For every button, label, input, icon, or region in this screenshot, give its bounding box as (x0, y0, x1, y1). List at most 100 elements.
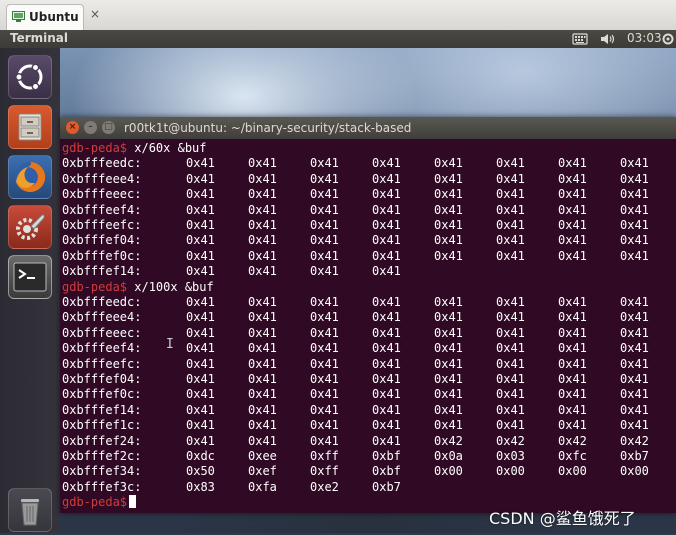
files-icon[interactable] (8, 105, 52, 149)
terminal-output[interactable]: gdb-peda$ x/60x &buf 0xbfffeedc: 0x41 0x41 0… (62, 141, 674, 513)
memory-byte: 0x00 (434, 464, 463, 479)
memory-byte: 0x41 (558, 402, 587, 417)
memory-byte: 0x41 (372, 341, 401, 356)
memory-byte: 0x00 (620, 464, 649, 479)
terminal-window: × – □ r00tk1t@ubuntu: ~/binary-security/… (60, 117, 676, 513)
memory-row: 0xbfffef0c: 0x41 0x41 0x41 0x41 0x41 0x41 0x41 0… (62, 249, 674, 264)
memory-row: 0xbfffeef4: 0x41 0x41 0x41 0x41 0x41 0x41 0x41 0… (62, 341, 674, 356)
memory-byte: 0x41 (310, 202, 339, 217)
minimize-button[interactable]: – (84, 121, 97, 134)
memory-byte: 0x41 (620, 356, 649, 371)
memory-byte: 0x41 (310, 187, 339, 202)
memory-byte: 0x41 (186, 187, 215, 202)
memory-byte: 0x41 (310, 387, 339, 402)
memory-byte: 0x41 (496, 372, 525, 386)
memory-byte: 0xb7 (620, 449, 649, 463)
memory-address: 0xbfffef0c: (62, 387, 142, 402)
host-tab-ubuntu[interactable]: Ubuntu (6, 4, 84, 30)
memory-byte: 0x41 (434, 171, 463, 186)
memory-byte: 0x41 (434, 248, 463, 263)
memory-byte: 0x41 (372, 433, 401, 448)
memory-byte: 0x41 (558, 295, 587, 309)
memory-byte: 0x41 (620, 187, 649, 202)
memory-byte: 0x00 (558, 464, 587, 479)
power-gear-icon[interactable] (661, 32, 675, 46)
memory-row: 0xbfffef2c: 0xdc 0xee 0xff 0xbf 0x0a 0x03 0xfc 0… (62, 449, 674, 464)
memory-row: 0xbfffef34: 0x50 0xef 0xff 0xbf 0x00 0x00 0x00 0… (62, 464, 674, 479)
memory-byte: 0x41 (248, 264, 277, 279)
memory-byte: 0x41 (434, 356, 463, 371)
terminal-title: r00tk1t@ubuntu: ~/binary-security/stack-… (124, 121, 412, 135)
memory-byte: 0xff (310, 449, 339, 463)
memory-byte: 0x41 (434, 202, 463, 217)
memory-byte: 0x41 (310, 233, 339, 248)
memory-address: 0xbfffeefc: (62, 356, 142, 371)
memory-row: 0xbfffef14: 0x41 0x41 0x41 0x41 0x41 0x41 0x41 0… (62, 403, 674, 418)
memory-byte: 0x41 (248, 341, 277, 356)
text-cursor-icon: I (166, 337, 174, 352)
memory-byte: 0x41 (186, 264, 215, 279)
memory-byte: 0x41 (434, 233, 463, 248)
memory-byte: 0x41 (372, 310, 401, 325)
memory-byte: 0x41 (310, 310, 339, 325)
memory-byte: 0x41 (496, 341, 525, 356)
memory-byte: 0xff (310, 464, 339, 479)
keyboard-icon[interactable] (572, 32, 588, 46)
memory-byte: 0x41 (248, 372, 277, 386)
memory-byte: 0x41 (620, 418, 649, 433)
memory-address: 0xbfffef2c: (62, 449, 142, 463)
memory-byte: 0x41 (496, 387, 525, 402)
memory-row: 0xbfffeee4: 0x41 0x41 0x41 0x41 0x41 0x41 0x41 0… (62, 310, 674, 325)
memory-byte: 0x41 (186, 202, 215, 217)
system-settings-icon[interactable] (8, 205, 52, 249)
terminal-titlebar[interactable]: × – □ r00tk1t@ubuntu: ~/binary-security/… (60, 117, 676, 139)
memory-byte: 0x41 (620, 218, 649, 232)
memory-byte: 0x41 (620, 248, 649, 263)
memory-byte: 0x41 (496, 156, 525, 171)
memory-byte: 0x41 (248, 433, 277, 448)
memory-byte: 0x41 (434, 156, 463, 171)
command-text: x/60x &buf (127, 141, 207, 155)
memory-byte: 0x41 (372, 356, 401, 371)
watermark: CSDN @鲨鱼饿死了 (489, 509, 636, 528)
memory-address: 0xbfffeeec: (62, 187, 142, 202)
memory-byte: 0x41 (372, 171, 401, 186)
memory-row: 0xbfffef24: 0x41 0x41 0x41 0x41 0x42 0x42 0x42 0… (62, 434, 674, 449)
memory-byte: 0x41 (310, 325, 339, 340)
memory-byte: 0x41 (434, 387, 463, 402)
memory-address: 0xbfffef34: (62, 464, 142, 479)
command-line: gdb-peda$ x/60x &buf (62, 141, 207, 156)
trash-icon[interactable] (8, 488, 52, 532)
command-line: gdb-peda$ x/100x &buf (62, 280, 214, 295)
memory-row: 0xbfffeef4: 0x41 0x41 0x41 0x41 0x41 0x41 0x41 0… (62, 203, 674, 218)
memory-byte: 0xfa (248, 479, 277, 494)
memory-byte: 0x41 (558, 218, 587, 232)
memory-address: 0xbfffef0c: (62, 248, 142, 263)
memory-byte: 0x41 (620, 156, 649, 171)
memory-byte: 0x41 (558, 171, 587, 186)
firefox-logo-icon (15, 161, 46, 192)
terminal-icon[interactable] (8, 255, 52, 299)
memory-byte: 0x41 (248, 295, 277, 309)
memory-byte: 0x41 (372, 387, 401, 402)
close-tab-icon[interactable]: × (89, 8, 101, 20)
terminal-prompt-icon (13, 262, 47, 292)
memory-byte: 0x41 (558, 325, 587, 340)
memory-byte: 0xbf (372, 464, 401, 479)
memory-byte: 0xb7 (372, 479, 401, 494)
memory-byte: 0x41 (620, 325, 649, 340)
close-button[interactable]: × (66, 121, 79, 134)
ubuntu-dash-icon[interactable] (8, 55, 52, 99)
maximize-button[interactable]: □ (102, 121, 115, 134)
memory-byte: 0x41 (620, 402, 649, 417)
memory-byte: 0x42 (620, 433, 649, 448)
memory-row: 0xbfffef1c: 0x41 0x41 0x41 0x41 0x41 0x41 0x41 0… (62, 418, 674, 433)
firefox-icon[interactable] (8, 155, 52, 199)
memory-byte: 0x42 (558, 433, 587, 448)
memory-byte: 0x41 (620, 387, 649, 402)
volume-icon[interactable] (599, 32, 617, 46)
memory-byte: 0x41 (310, 341, 339, 356)
clock[interactable]: 03:03 (627, 31, 662, 45)
memory-byte: 0x41 (558, 356, 587, 371)
memory-byte: 0x41 (186, 325, 215, 340)
